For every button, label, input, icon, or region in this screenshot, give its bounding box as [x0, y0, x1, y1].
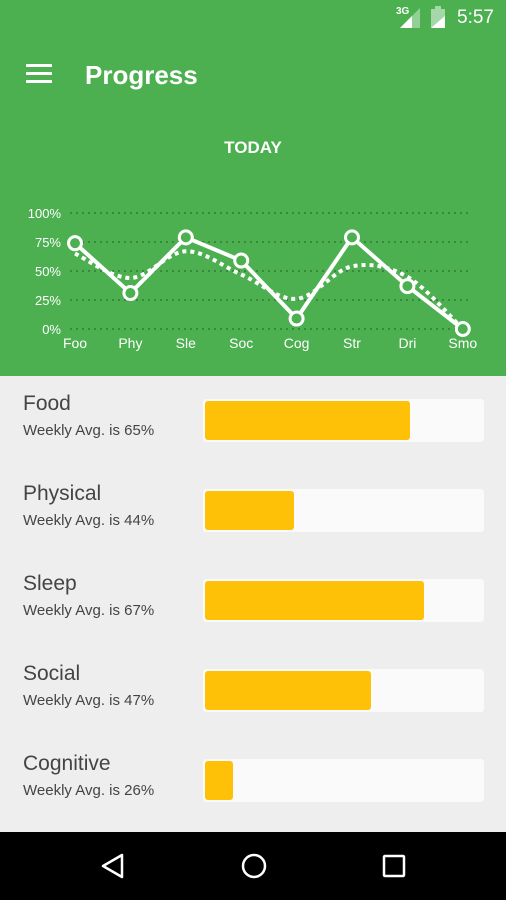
navigation-bar [0, 832, 506, 900]
progress-fill [205, 401, 410, 440]
category-name: Food [23, 392, 71, 415]
data-point [344, 229, 360, 246]
recents-icon[interactable] [381, 852, 407, 885]
weekly-average: Weekly Avg. is 65% [23, 422, 155, 439]
category-name: Physical [23, 482, 102, 505]
progress-track [203, 399, 484, 442]
data-point [122, 285, 139, 302]
data-point [454, 321, 471, 337]
x-tick-label: Str [343, 335, 361, 351]
category-name: Sleep [23, 572, 77, 595]
data-point [177, 229, 194, 246]
progress-fill [205, 581, 424, 620]
category-row[interactable]: Sleep Weekly Avg. is 67% [0, 556, 506, 646]
progress-fill [205, 491, 294, 530]
x-tick-label: Foo [63, 335, 87, 351]
category-name: Social [23, 662, 81, 685]
y-tick-label: 0% [42, 322, 61, 337]
data-point [233, 252, 250, 269]
weekly-average: Weekly Avg. is 44% [23, 512, 155, 529]
y-tick-label: 75% [35, 235, 61, 250]
weekly-average: Weekly Avg. is 47% [23, 692, 155, 709]
x-tick-label: Soc [229, 335, 253, 351]
progress-track [203, 579, 484, 622]
y-tick-label: 50% [35, 264, 61, 279]
category-row[interactable]: Cognitive Weekly Avg. is 26% [0, 736, 506, 826]
weekly-average: Weekly Avg. is 26% [23, 782, 155, 799]
back-icon[interactable] [100, 852, 126, 885]
x-tick-label: Phy [118, 335, 142, 351]
progress-track [203, 759, 484, 802]
y-tick-label: 100% [28, 206, 62, 221]
category-row[interactable]: Food Weekly Avg. is 65% [0, 376, 506, 466]
progress-chart: 0% 25% 50% 75% 100% Foo Phy Sle Soc Cog Str Dri Smo [28, 206, 478, 351]
weekly-average: Weekly Avg. is 67% [23, 602, 155, 619]
progress-fill [205, 671, 372, 710]
category-row[interactable]: Social Weekly Avg. is 47% [0, 646, 506, 736]
category-name: Cognitive [23, 752, 111, 775]
x-tick-label: Cog [284, 335, 310, 351]
data-point [67, 235, 83, 252]
x-tick-label: Dri [398, 335, 416, 351]
data-point [288, 310, 305, 327]
progress-fill [205, 761, 233, 800]
progress-track [203, 669, 484, 712]
progress-track [203, 489, 484, 532]
home-icon[interactable] [240, 852, 268, 885]
category-list: Food Weekly Avg. is 65% Physical Weekly … [0, 376, 506, 832]
data-point [399, 278, 416, 295]
category-row[interactable]: Physical Weekly Avg. is 44% [0, 466, 506, 556]
y-tick-label: 25% [35, 293, 61, 308]
x-tick-label: Sle [176, 335, 196, 351]
x-tick-label: Smo [448, 335, 477, 351]
